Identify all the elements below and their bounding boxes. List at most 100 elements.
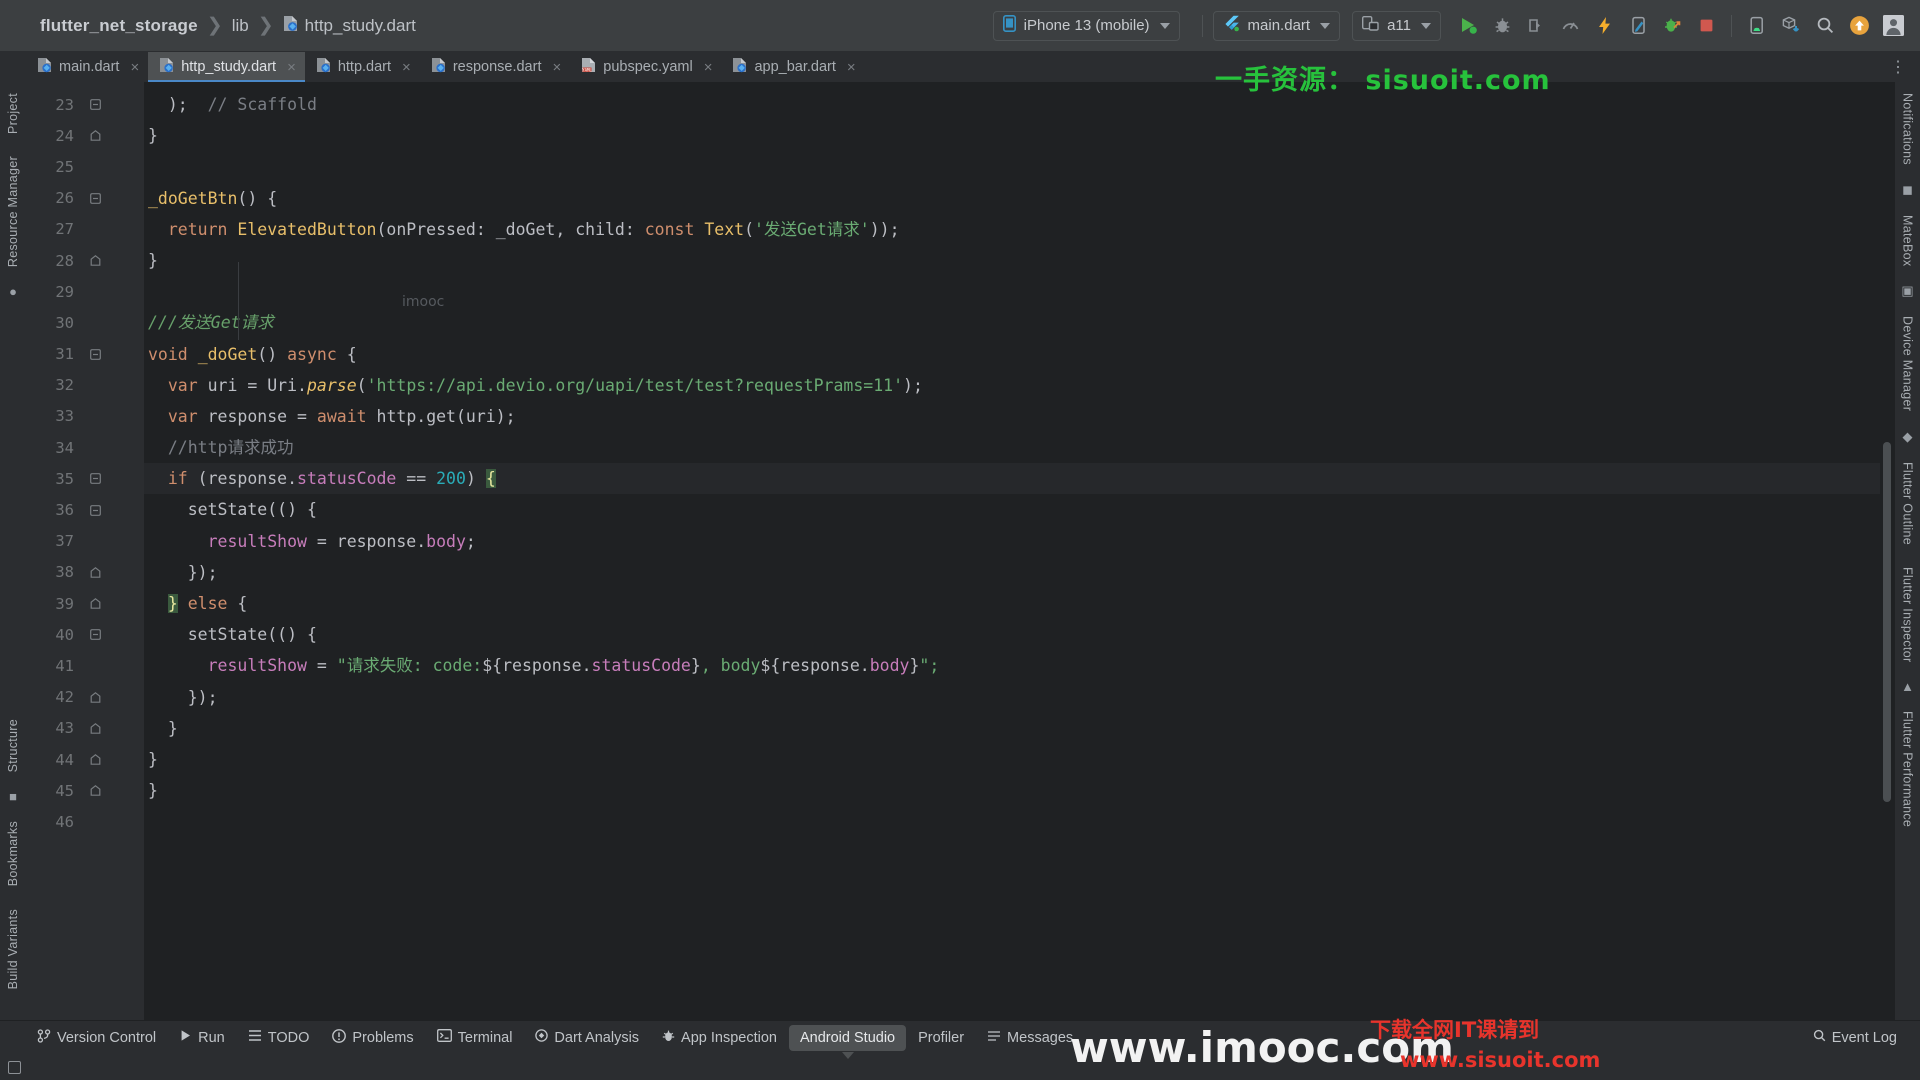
gutter-line[interactable]: 39 xyxy=(26,588,144,619)
close-icon[interactable]: × xyxy=(704,59,713,76)
code-line[interactable]: var uri = Uri.parse('https://api.devio.o… xyxy=(144,370,1894,401)
breadcrumb-folder[interactable]: lib xyxy=(232,16,249,36)
flutter-performance-icon[interactable]: ▲ xyxy=(1901,679,1914,694)
code-line[interactable]: setState(() { xyxy=(144,494,1894,525)
code-line[interactable]: return ElevatedButton(onPressed: _doGet,… xyxy=(144,214,1894,245)
sidebar-item-build-variants[interactable]: Build Variants xyxy=(6,904,20,994)
fold-marker-icon[interactable] xyxy=(82,348,108,360)
close-icon[interactable]: × xyxy=(402,59,411,76)
gutter-line[interactable]: 44 xyxy=(26,744,144,775)
stop-icon[interactable] xyxy=(1691,11,1721,41)
gutter-line[interactable]: 38 xyxy=(26,557,144,588)
bottom-version-control[interactable]: Version Control xyxy=(26,1025,167,1051)
debug-icon[interactable] xyxy=(1487,11,1517,41)
flutter-outline-icon[interactable]: ◆ xyxy=(1903,429,1913,445)
breadcrumb-project[interactable]: flutter_net_storage xyxy=(40,16,198,36)
sidebar-item-flutter-inspector[interactable]: Flutter Inspector xyxy=(1901,562,1915,667)
avatar-icon[interactable] xyxy=(1878,11,1908,41)
tabs-overflow-button[interactable]: ⋮ xyxy=(1876,52,1920,82)
sdk-download-icon[interactable] xyxy=(1776,11,1806,41)
sidebar-item-notifications[interactable]: Notifications xyxy=(1901,88,1915,170)
editor-tab-main-dart[interactable]: main.dart × xyxy=(26,52,148,82)
gutter-line[interactable]: 32 xyxy=(26,370,144,401)
close-icon[interactable]: × xyxy=(130,59,139,76)
hot-reload-icon[interactable] xyxy=(1589,11,1619,41)
gutter-line[interactable]: 42 xyxy=(26,682,144,713)
gutter-line[interactable]: 23 xyxy=(26,89,144,120)
gutter-line[interactable]: 46 xyxy=(26,806,144,837)
fold-marker-icon[interactable] xyxy=(82,99,108,110)
bottom-terminal[interactable]: Terminal xyxy=(426,1025,524,1051)
fold-marker-icon[interactable] xyxy=(82,192,108,204)
bottom-app-inspection[interactable]: App Inspection xyxy=(651,1025,788,1051)
fold-marker-icon[interactable] xyxy=(82,629,108,641)
gutter-line[interactable]: 31 xyxy=(26,339,144,370)
code-line[interactable] xyxy=(144,151,1894,182)
device-selector[interactable]: iPhone 13 (mobile) xyxy=(992,10,1180,41)
sidebar-item-resource-manager[interactable]: Resource Manager xyxy=(6,151,20,272)
editor-vertical-scrollbar[interactable] xyxy=(1880,82,1894,1020)
bottom-dart-analysis[interactable]: Dart Analysis xyxy=(524,1025,650,1051)
device-manager-icon[interactable] xyxy=(1742,11,1772,41)
fold-marker-icon[interactable] xyxy=(82,504,108,516)
code-line[interactable]: setState(() { xyxy=(144,619,1894,650)
attach-debugger-icon[interactable] xyxy=(1521,11,1551,41)
gutter-line[interactable]: 43 xyxy=(26,713,144,744)
code-editor[interactable]: 23 24 25 26 27 28 29 30 31 32 33 34 35 36 37 38 39 40 41 42… xyxy=(26,82,1894,1020)
fold-marker-icon[interactable] xyxy=(82,255,108,266)
run-icon[interactable] xyxy=(1453,11,1483,41)
editor-gutter[interactable]: 23 24 25 26 27 28 29 30 31 32 33 34 35 36 37 38 39 40 41 42… xyxy=(26,82,144,1020)
gutter-line[interactable]: 41 xyxy=(26,650,144,681)
code-line[interactable] xyxy=(144,276,1894,307)
fold-marker-icon[interactable] xyxy=(82,598,108,609)
code-line[interactable]: } xyxy=(144,775,1894,806)
hot-restart-icon[interactable] xyxy=(1623,11,1653,41)
fold-marker-icon[interactable] xyxy=(82,130,108,142)
matebox-icon[interactable]: ◼ xyxy=(1902,182,1913,198)
breadcrumb-file[interactable]: http_study.dart xyxy=(283,15,416,37)
commit-icon[interactable]: ● xyxy=(9,284,17,299)
bottom-profiler[interactable]: Profiler xyxy=(907,1025,975,1051)
close-icon[interactable]: × xyxy=(847,59,856,76)
gutter-line[interactable]: 40 xyxy=(26,619,144,650)
code-line[interactable]: }); xyxy=(144,557,1894,588)
fold-marker-icon[interactable] xyxy=(82,566,108,578)
code-line[interactable]: } xyxy=(144,713,1894,744)
sidebar-item-bookmarks[interactable]: Bookmarks xyxy=(6,816,20,891)
gutter-line[interactable]: 26 xyxy=(26,183,144,214)
code-line[interactable]: } xyxy=(144,744,1894,775)
fold-marker-icon[interactable] xyxy=(82,691,108,703)
code-line[interactable]: _doGetBtn() { xyxy=(144,183,1894,214)
code-line[interactable]: } else { xyxy=(144,588,1894,619)
code-line[interactable]: ); // Scaffold xyxy=(144,89,1894,120)
device-manager-strip-icon[interactable]: ▣ xyxy=(1901,283,1913,299)
code-line[interactable]: } xyxy=(144,120,1894,151)
fold-marker-icon[interactable] xyxy=(82,785,108,797)
bottom-messages[interactable]: Messages xyxy=(976,1025,1084,1051)
sidebar-item-flutter-outline[interactable]: Flutter Outline xyxy=(1901,457,1915,550)
favorites-icon[interactable]: ■ xyxy=(9,789,17,804)
run-configuration-selector[interactable]: main.dart xyxy=(1212,10,1341,41)
code-line[interactable]: resultShow = response.body; xyxy=(144,526,1894,557)
gutter-line[interactable]: 25 xyxy=(26,151,144,182)
gutter-line[interactable]: 45 xyxy=(26,775,144,806)
sidebar-item-flutter-performance[interactable]: Flutter Performance xyxy=(1901,706,1915,832)
code-line[interactable] xyxy=(144,806,1894,837)
close-icon[interactable]: × xyxy=(552,59,561,76)
gutter-line[interactable]: 34 xyxy=(26,432,144,463)
fold-marker-icon[interactable] xyxy=(82,473,108,485)
code-line[interactable]: } xyxy=(144,245,1894,276)
event-log-button[interactable]: Event Log xyxy=(1802,1025,1908,1051)
bottom-problems[interactable]: Problems xyxy=(321,1025,424,1051)
code-line[interactable]: //http请求成功 xyxy=(144,432,1894,463)
sidebar-item-device-manager[interactable]: Device Manager xyxy=(1901,311,1915,416)
editor-tab-http-dart[interactable]: http.dart × xyxy=(305,52,420,82)
layout-toggle-icon[interactable] xyxy=(8,1060,21,1074)
scrollbar-thumb[interactable] xyxy=(1883,442,1891,802)
editor-tab-response-dart[interactable]: response.dart × xyxy=(420,52,570,82)
emulator-target-selector[interactable]: a11 xyxy=(1352,10,1441,41)
sidebar-item-project[interactable]: Project xyxy=(6,88,20,139)
bottom-run[interactable]: Run xyxy=(168,1025,236,1051)
gutter-line[interactable]: 29 xyxy=(26,276,144,307)
gutter-line[interactable]: 37 xyxy=(26,526,144,557)
